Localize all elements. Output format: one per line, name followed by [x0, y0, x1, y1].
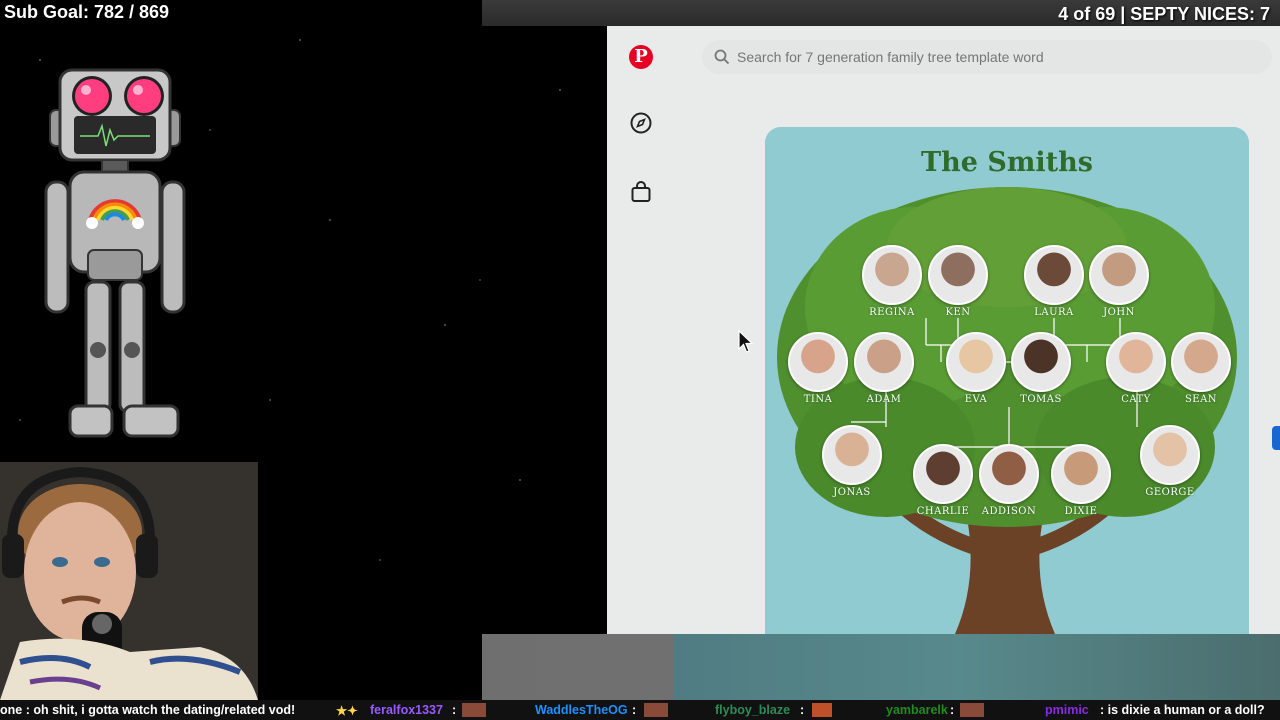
family-member: EVA — [943, 332, 1009, 405]
robot-mascot — [44, 68, 186, 438]
member-photo — [979, 444, 1039, 504]
member-name: KEN — [945, 307, 971, 318]
family-member: ADDISON — [976, 444, 1042, 517]
emote-icon — [812, 703, 832, 717]
streamer-figure — [0, 462, 258, 700]
family-member: CHARLIE — [910, 444, 976, 517]
family-member: JONAS — [819, 425, 885, 498]
family-member: SEAN — [1168, 332, 1234, 405]
family-member: LAURA — [1021, 245, 1087, 318]
chat-username: WaddlesTheOG — [535, 703, 628, 717]
browser-window: P Search for 7 generation family tree te… — [607, 26, 1280, 634]
family-member: JOHN — [1086, 245, 1152, 318]
bottom-background-blur — [482, 634, 1280, 700]
search-bar[interactable]: Search for 7 generation family tree temp… — [702, 40, 1272, 74]
member-photo — [862, 245, 922, 305]
member-name: JOHN — [1103, 307, 1135, 318]
webcam-feed — [0, 462, 258, 700]
member-photo — [1171, 332, 1231, 392]
family-member: TINA — [785, 332, 851, 405]
search-icon — [714, 49, 730, 70]
chat-badge-icon: ★✦ — [336, 704, 358, 718]
family-member: DIXIE — [1048, 444, 1114, 517]
chat-separator: : — [452, 703, 457, 717]
chat-separator: : — [950, 703, 955, 717]
member-photo — [1106, 332, 1166, 392]
chat-ticker: one : oh shit, i gotta watch the dating/… — [0, 700, 1280, 720]
chat-separator: : — [800, 703, 805, 717]
chat-username: yambarelk — [886, 703, 948, 717]
emote-icon — [462, 703, 486, 717]
family-member: REGINA — [859, 245, 925, 318]
member-photo — [1051, 444, 1111, 504]
member-photo — [1024, 245, 1084, 305]
family-member: CATY — [1103, 332, 1169, 405]
shopping-bag-icon[interactable] — [629, 180, 653, 204]
member-photo — [928, 245, 988, 305]
family-member: GEORGE — [1137, 425, 1203, 498]
member-photo — [822, 425, 882, 485]
pin-image-family-tree[interactable]: The Smiths REGINA KEN LAURA JOHN TINA ADAM EVA… — [765, 127, 1249, 634]
member-name: TINA — [803, 394, 833, 405]
member-name: JONAS — [833, 487, 871, 498]
chat-username: pmimic — [1045, 703, 1089, 717]
right-panel-edge — [1272, 156, 1280, 556]
emote-icon — [644, 703, 668, 717]
septy-nices-counter: 4 of 69 | SEPTY NICES: 7 — [1058, 4, 1270, 24]
pin-title: The Smiths — [921, 147, 1093, 178]
member-name: ADAM — [866, 394, 902, 405]
chat-username: feralfox1337 — [370, 703, 443, 717]
member-photo — [1089, 245, 1149, 305]
top-bar-left: Sub Goal: 782 / 869 — [0, 0, 482, 26]
chat-separator: : — [632, 703, 637, 717]
pinterest-logo[interactable]: P — [629, 45, 653, 69]
chat-message: one : oh shit, i gotta watch the dating/… — [0, 703, 296, 717]
member-photo — [854, 332, 914, 392]
stream-top-bar: Sub Goal: 782 / 869 4 of 69 | SEPTY NICE… — [0, 0, 1280, 26]
member-name: CATY — [1121, 394, 1151, 405]
family-member: ADAM — [851, 332, 917, 405]
sub-goal-counter: Sub Goal: 782 / 869 — [4, 2, 170, 22]
robot-body — [68, 170, 162, 281]
member-name: CHARLIE — [916, 506, 970, 517]
robot-head — [49, 68, 181, 162]
family-member: KEN — [925, 245, 991, 318]
member-photo — [913, 444, 973, 504]
member-name: REGINA — [869, 307, 915, 318]
pinterest-sidebar: P — [607, 26, 677, 634]
chat-message: : is dixie a human or a doll? — [1100, 703, 1265, 717]
family-member: TOMAS — [1008, 332, 1074, 405]
top-bar-right: 4 of 69 | SEPTY NICES: 7 — [482, 0, 1280, 26]
member-name: SEAN — [1184, 394, 1218, 405]
member-photo — [1011, 332, 1071, 392]
chat-username: flyboy_blaze — [715, 703, 791, 717]
member-name: ADDISON — [981, 506, 1037, 517]
explore-compass-icon[interactable] — [629, 111, 653, 135]
member-photo — [788, 332, 848, 392]
emote-icon — [960, 703, 984, 717]
member-name: EVA — [964, 394, 988, 405]
member-name: GEORGE — [1145, 487, 1195, 498]
member-name: TOMAS — [1020, 394, 1062, 405]
member-name: DIXIE — [1064, 506, 1098, 517]
mouse-cursor-icon — [738, 330, 754, 353]
member-photo — [946, 332, 1006, 392]
member-name: LAURA — [1034, 307, 1074, 318]
search-input-placeholder[interactable]: Search for 7 generation family tree temp… — [737, 49, 1044, 65]
member-photo — [1140, 425, 1200, 485]
